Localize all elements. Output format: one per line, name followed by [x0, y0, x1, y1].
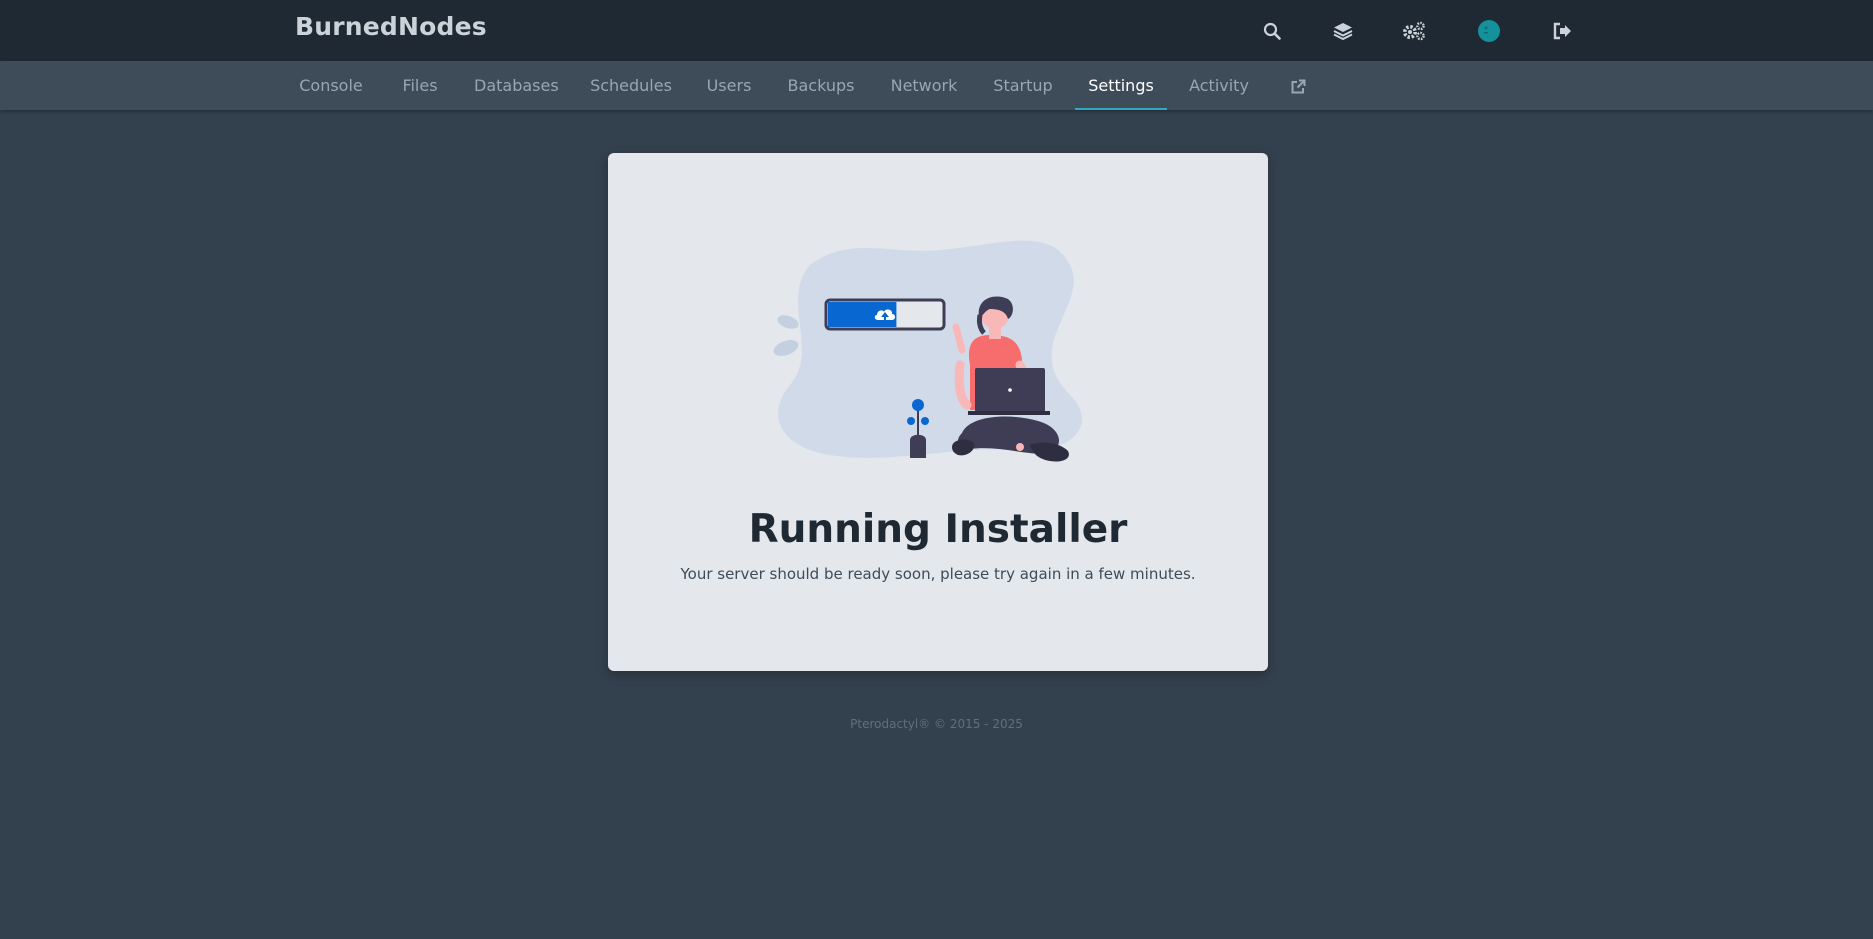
tab-users[interactable]: Users — [704, 61, 754, 110]
sign-out-icon[interactable] — [1549, 18, 1575, 44]
top-icons — [0, 0, 1873, 61]
top-bar: BurnedNodes — [0, 0, 1873, 61]
installer-message: Your server should be ready soon, please… — [680, 565, 1196, 583]
external-link-icon[interactable] — [1283, 61, 1313, 110]
tab-activity[interactable]: Activity — [1186, 61, 1252, 110]
footer-copyright: Pterodactyl® © 2015 - 2025 — [850, 717, 1023, 731]
tab-databases[interactable]: Databases — [474, 61, 559, 110]
tab-console[interactable]: Console — [296, 61, 366, 110]
tab-settings[interactable]: Settings — [1075, 61, 1167, 110]
server-subnav: Console Files Databases Schedules Users … — [0, 61, 1873, 110]
avatar[interactable] — [1476, 18, 1502, 44]
tab-network[interactable]: Network — [888, 61, 960, 110]
installer-title: Running Installer — [748, 507, 1128, 552]
tab-backups[interactable]: Backups — [785, 61, 857, 110]
gears-icon[interactable] — [1401, 18, 1427, 44]
tab-startup[interactable]: Startup — [991, 61, 1055, 110]
tab-schedules[interactable]: Schedules — [589, 61, 673, 110]
tab-files[interactable]: Files — [397, 61, 443, 110]
layers-icon[interactable] — [1330, 18, 1356, 44]
installer-illustration — [773, 240, 1082, 462]
search-icon[interactable] — [1259, 18, 1285, 44]
installer-card: Running Installer Your server should be … — [608, 153, 1268, 671]
